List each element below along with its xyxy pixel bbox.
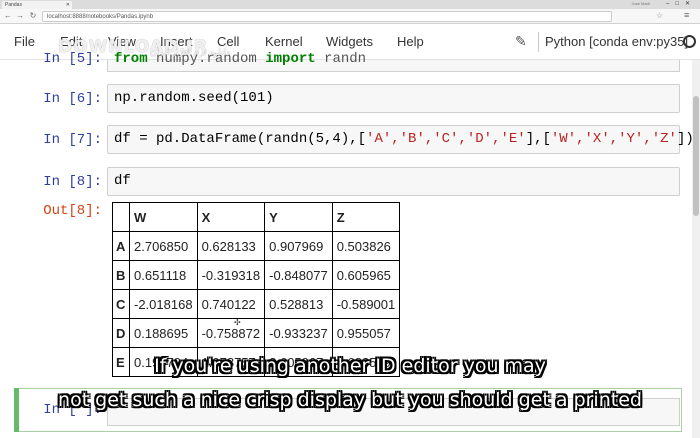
- code-text: df = pd.DataFrame(randn(5,4),['A','B','C…: [114, 131, 694, 147]
- close-tab-icon[interactable]: ✕: [66, 1, 70, 9]
- url-text: localhost:8888/notebooks/Pandas.ipynb: [47, 14, 154, 20]
- bookmark-star-icon[interactable]: ☆: [656, 11, 663, 20]
- table-row: D 0.188695 -0.758872 -0.933237 0.955057: [112, 318, 401, 348]
- kernel-separator: [538, 32, 539, 52]
- kernel-status-icon: [683, 35, 696, 48]
- subtitle-line-1: If you're using another ID editor you ma…: [154, 355, 546, 377]
- table-cell: 0.605965: [331, 260, 401, 290]
- table-cell: 0.528813: [264, 289, 333, 319]
- in-prompt: In [7]:: [43, 132, 102, 148]
- code-text: from numpy.random import randn: [114, 51, 367, 67]
- table-header-row: W X Y Z: [112, 202, 401, 232]
- code-text: np.random.seed(101): [114, 90, 274, 106]
- url-bar[interactable]: localhost:8888/notebooks/Pandas.ipynb: [42, 11, 612, 22]
- close-window-icon[interactable]: ✕: [685, 1, 696, 7]
- table-cell: 0.907969: [264, 231, 333, 261]
- column-header: X: [196, 202, 266, 232]
- table-row: C -2.018168 0.740122 0.528813 -0.589001: [112, 289, 401, 319]
- code-cell-input[interactable]: df: [107, 167, 680, 196]
- column-header: Z: [331, 202, 401, 232]
- table-row: A 2.706850 0.628133 0.907969 0.503826: [112, 231, 401, 261]
- menu-file[interactable]: File: [14, 34, 35, 49]
- table-cell: 0.740122: [196, 289, 266, 319]
- index-strings: 'A','B','C','D','E': [366, 131, 526, 147]
- table-cell: 2.706850: [129, 231, 198, 261]
- scrollbar-thumb[interactable]: [693, 96, 699, 216]
- code-cell-input[interactable]: np.random.seed(101): [107, 84, 680, 113]
- menu-cell[interactable]: Cell: [217, 34, 239, 49]
- table-cell: -0.933237: [264, 318, 333, 348]
- menu-insert[interactable]: Insert: [160, 34, 193, 49]
- column-header: Y: [264, 202, 333, 232]
- code-text: df: [114, 173, 131, 189]
- table-cell: -0.758872: [196, 318, 266, 348]
- menu-widgets[interactable]: Widgets: [326, 34, 373, 49]
- column-strings: 'W','X','Y','Z': [550, 131, 677, 147]
- tab-title: Pandas: [5, 2, 22, 8]
- row-index: A: [112, 231, 130, 261]
- in-prompt: In [6]:: [43, 91, 102, 107]
- subtitle-line-2: not get such a nice crisp display but yo…: [58, 389, 642, 411]
- user-label: Jose Marti: [631, 1, 650, 6]
- table-cell: 0.503826: [331, 231, 401, 261]
- table-cell: -0.848077: [264, 260, 333, 290]
- window-controls: –□✕: [666, 0, 696, 8]
- pencil-icon[interactable]: ✎: [515, 33, 527, 50]
- column-header: W: [129, 202, 198, 232]
- mouse-cursor-icon: ✣: [234, 318, 241, 327]
- table-cell: -0.319318: [196, 260, 266, 290]
- out-prompt: Out[8]:: [43, 203, 102, 219]
- table-cell: -0.589001: [331, 289, 401, 319]
- table-cell: 0.651118: [129, 260, 198, 290]
- table-cell: 0.955057: [331, 318, 401, 348]
- in-prompt: In [5]:: [43, 51, 102, 67]
- table-cell: 0.188695: [129, 318, 198, 348]
- in-prompt: In [8]:: [43, 174, 102, 190]
- menu-view[interactable]: View: [108, 34, 136, 49]
- forward-icon[interactable]: →: [15, 11, 25, 21]
- browser-toolbar: ← → ↻ localhost:8888/notebooks/Pandas.ip…: [0, 9, 700, 24]
- menu-kernel[interactable]: Kernel: [265, 34, 303, 49]
- index-header: [112, 202, 130, 232]
- minimize-icon[interactable]: –: [666, 1, 675, 7]
- dataframe-table: W X Y Z A 2.706850 0.628133 0.907969 0.5…: [112, 202, 401, 377]
- code-cell-input-cut[interactable]: from numpy.random import randn: [107, 51, 680, 72]
- browser-tab[interactable]: Pandas ✕: [2, 1, 72, 9]
- table-cell: -2.018168: [129, 289, 198, 319]
- menu-edit[interactable]: Edit: [60, 34, 82, 49]
- browser-menu-icon[interactable]: ≡: [684, 10, 689, 20]
- code-cell-input[interactable]: df = pd.DataFrame(randn(5,4),['A','B','C…: [107, 125, 694, 154]
- row-index: B: [112, 260, 130, 290]
- row-index: D: [112, 318, 130, 348]
- table-row: B 0.651118 -0.319318 -0.848077 0.605965: [112, 260, 401, 290]
- kernel-name[interactable]: Python [conda env:py35]: [545, 34, 688, 49]
- browser-titlebar: Pandas ✕ Jose Marti –□✕: [0, 0, 700, 9]
- reload-icon[interactable]: ↻: [28, 11, 38, 21]
- row-index: C: [112, 289, 130, 319]
- maximize-icon[interactable]: □: [675, 1, 685, 7]
- back-icon[interactable]: ←: [3, 11, 13, 21]
- table-cell: 0.628133: [196, 231, 266, 261]
- menu-help[interactable]: Help: [397, 34, 424, 49]
